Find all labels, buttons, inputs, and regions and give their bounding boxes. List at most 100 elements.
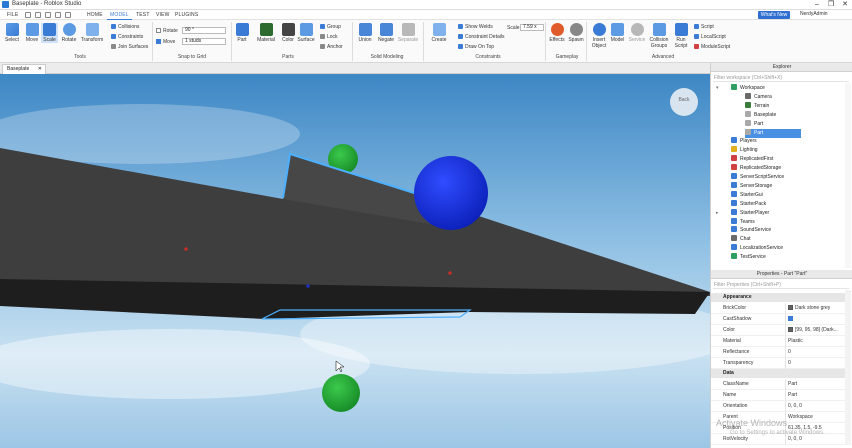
property-value[interactable] (788, 314, 795, 325)
explorer-scrollbar[interactable] (845, 83, 851, 268)
material-button[interactable]: Material (255, 23, 277, 43)
property-row[interactable]: CastShadow (711, 314, 846, 325)
tab-model[interactable]: MODEL (107, 11, 132, 20)
property-value[interactable]: Dark stone grey (788, 303, 830, 314)
join-surfaces-toggle[interactable]: Join Surfaces (111, 44, 148, 50)
explorer-item[interactable]: ServerScriptService (731, 173, 784, 182)
property-section[interactable]: Appearance (711, 293, 846, 302)
explorer-item[interactable]: Teams (731, 217, 755, 227)
tab-plugins[interactable]: PLUGINS (172, 11, 201, 19)
explorer-item[interactable]: StarterGui (731, 190, 763, 200)
insert-object-button[interactable]: Insert Object (589, 23, 609, 49)
tab-close-icon[interactable]: ✕ (38, 65, 42, 74)
3d-viewport[interactable]: Back (0, 74, 710, 448)
menu-file[interactable]: FILE (4, 11, 21, 19)
local-script-button[interactable]: LocalScript (694, 34, 726, 40)
spawn-button[interactable]: Spawn (567, 23, 585, 43)
explorer-item[interactable]: StarterPlayer (731, 208, 769, 218)
tab-view[interactable]: VIEW (153, 11, 173, 19)
property-value[interactable]: Plastic (788, 336, 803, 347)
script-button[interactable]: Script (694, 24, 714, 30)
explorer-item[interactable]: LocalizationService (731, 244, 783, 253)
play-icon[interactable] (55, 12, 61, 18)
save-icon[interactable] (25, 12, 31, 18)
property-value[interactable]: Workspace (788, 412, 813, 423)
snap-move-input[interactable]: 1 studs (182, 38, 226, 45)
explorer-item[interactable]: Workspace (731, 84, 765, 93)
explorer-item[interactable]: ReplicatedFirst (731, 155, 773, 164)
constraint-details-toggle[interactable]: Constraint Details (458, 34, 504, 40)
collision-groups-button[interactable]: Collision Groups (648, 23, 670, 49)
scale-button[interactable]: Scale (41, 23, 58, 43)
constraints-toggle[interactable]: Constraints (111, 34, 143, 40)
explorer-item[interactable]: ServerStorage (731, 181, 772, 191)
property-row[interactable]: Name Part (711, 390, 846, 401)
property-row[interactable]: Color [99, 95, 98] (Dark... (711, 325, 846, 336)
undo-icon[interactable] (35, 12, 41, 18)
explorer-item[interactable]: Chat (731, 235, 751, 244)
explorer-item[interactable]: Baseplate (745, 110, 776, 120)
collisions-toggle[interactable]: Collisions (111, 24, 139, 30)
property-value[interactable]: Part (788, 379, 797, 390)
group-button[interactable]: Group (320, 24, 341, 30)
property-value[interactable]: Part (788, 390, 797, 401)
property-row[interactable]: BrickColor Dark stone grey (711, 303, 846, 314)
maximize-button[interactable]: ❐ (824, 0, 838, 10)
create-constraint-button[interactable]: Create (428, 23, 450, 43)
property-row[interactable]: Transparency 0 (711, 358, 846, 369)
explorer-filter-input[interactable]: Filter workspace (Ctrl+Shift+X) (713, 74, 849, 82)
property-value[interactable]: 0 (788, 358, 791, 369)
transform-button[interactable]: Transform (79, 23, 105, 43)
explorer-item[interactable]: Terrain (745, 101, 769, 111)
run-script-button[interactable]: Run Script (672, 23, 690, 49)
property-row[interactable]: Orientation 0, 0, 0 (711, 401, 846, 412)
explorer-item[interactable]: StarterPack (731, 199, 766, 209)
rotate-button[interactable]: Rotate (60, 23, 78, 43)
explorer-item[interactable]: Lighting (731, 146, 758, 155)
tab-home[interactable]: HOME (84, 11, 106, 19)
surface-button[interactable]: Surface (297, 23, 315, 43)
property-row[interactable]: Reflectance 0 (711, 347, 846, 358)
module-script-button[interactable]: ModuleScript (694, 44, 730, 50)
properties-scrollbar[interactable] (845, 290, 851, 445)
minimize-button[interactable]: – (810, 0, 824, 10)
snap-move-toggle[interactable]: Move (156, 39, 175, 45)
tab-test[interactable]: TEST (133, 11, 153, 19)
effects-button[interactable]: Effects (548, 23, 566, 43)
snap-rotate-input[interactable]: 90 ° (182, 27, 226, 34)
expand-caret-icon[interactable]: ▸ (716, 210, 719, 216)
explorer-item[interactable]: Part (745, 128, 801, 138)
redo-icon[interactable] (45, 12, 51, 18)
close-button[interactable]: ✕ (838, 0, 852, 10)
negate-button[interactable]: Negate (375, 23, 397, 43)
tab-baseplate[interactable]: Baseplate ✕ (2, 64, 46, 74)
explorer-item[interactable]: TestService (731, 253, 766, 262)
explorer-item[interactable]: Camera (745, 92, 772, 102)
whats-new-button[interactable]: What's New (758, 11, 790, 19)
select-button[interactable]: Select (3, 23, 21, 43)
lock-button[interactable]: Lock (320, 34, 338, 40)
collapse-caret-icon[interactable]: ▾ (716, 85, 719, 91)
anchor-button[interactable]: Anchor (320, 44, 343, 50)
separate-button[interactable]: Separate (396, 23, 420, 43)
explorer-item[interactable]: SoundService (731, 226, 771, 235)
move-button[interactable]: Move (23, 23, 41, 43)
snap-rotate-toggle[interactable]: Rotate (156, 28, 178, 34)
snap-rotate-checkbox[interactable] (156, 28, 161, 33)
property-value[interactable]: 0 (788, 347, 791, 358)
part-button[interactable]: Part (234, 23, 250, 43)
explorer-item[interactable]: Players (731, 137, 757, 146)
explorer-item[interactable]: Part (745, 119, 763, 129)
service-button[interactable]: Service (627, 23, 647, 43)
model-button[interactable]: Model (609, 23, 626, 43)
property-value[interactable]: [99, 95, 98] (Dark... (788, 325, 838, 336)
dropdown-icon[interactable] (65, 12, 71, 18)
snap-move-checkbox[interactable] (156, 39, 161, 44)
property-row[interactable]: Material Plastic (711, 336, 846, 347)
user-name[interactable]: NerdyAdmin (800, 11, 828, 17)
properties-filter-input[interactable]: Filter Properties (Ctrl+Shift+P) (713, 281, 849, 289)
property-row[interactable]: ClassName Part (711, 379, 846, 390)
color-button[interactable]: Color (280, 23, 296, 43)
explorer-item[interactable]: ReplicatedStorage (731, 164, 781, 173)
property-section[interactable]: Data (711, 369, 846, 378)
